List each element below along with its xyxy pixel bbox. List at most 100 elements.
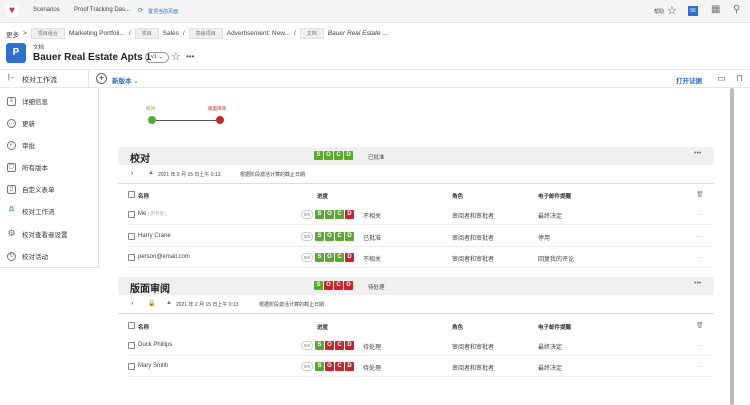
trash-icon[interactable]: 🗑 (696, 322, 704, 329)
comment-icon[interactable]: ▭ (717, 73, 726, 84)
badge-d: D (344, 281, 353, 290)
tab-scenarios[interactable]: Scenarios (33, 7, 60, 13)
email-alert[interactable]: 最终决定 (538, 363, 562, 372)
open-proof-button[interactable]: 打开证据 (676, 75, 702, 85)
stage-title: 版面审阅 (130, 284, 170, 295)
star-icon[interactable]: ☆ (667, 4, 677, 17)
sidebar-item-label: 更新 (22, 121, 35, 128)
details-icon: ≡ (7, 96, 16, 106)
version-select[interactable]: v1 ⌄ (145, 52, 169, 63)
sidebar-item-all-versions[interactable]: ▢ 所有版本 (7, 162, 48, 172)
email-alert[interactable]: 停用 (538, 233, 550, 242)
row-menu-icon[interactable]: … (696, 233, 702, 239)
new-version-button[interactable]: 新版本 ⌄ (112, 75, 139, 85)
badge-o: O (325, 341, 334, 350)
table-row: Mary Smith 0/0 SOCD 待处理 审阅者和审批者 最终决定 … (128, 356, 712, 377)
select-all-checkbox[interactable] (128, 191, 135, 198)
row-checkbox[interactable] (128, 342, 135, 349)
stage-title: 校对 (130, 154, 150, 165)
divider (88, 70, 89, 88)
socd-badges: SOCD (315, 253, 355, 262)
stage-more-icon[interactable]: ••• (694, 280, 701, 287)
sidebar-item-proof-workflow[interactable]: 品校对工作流 (7, 206, 54, 217)
stage-socd-badges: SOCD (314, 151, 354, 160)
tab-proof-tracking[interactable]: Proof Tracking Das... (74, 7, 130, 13)
badge-o: O (325, 362, 334, 371)
apps-grid-icon[interactable]: ▦ (711, 4, 720, 15)
decision-status: 不相关 (363, 257, 382, 263)
sidebar-item-updates[interactable]: … 更新 (7, 118, 35, 128)
timeline-stage2-label: 版面审阅 (208, 106, 226, 111)
sidebar-item-proof-activity[interactable]: ↻ 校对活动 (7, 251, 48, 261)
pin-page-link[interactable]: 置顶当前页面 (148, 8, 178, 15)
sidebar-item-label: 校对查看者设置 (22, 232, 68, 239)
chat-icon: … (7, 118, 16, 128)
search-icon[interactable]: ⚲ (733, 4, 740, 15)
row-checkbox[interactable] (128, 211, 135, 218)
version-label: v1 (151, 54, 157, 60)
table-row: Harry Crane 0/0 SOCD 已批准 审阅者和审批者 停用 … (128, 226, 712, 247)
sidebar-item-details[interactable]: ≡ 详细信息 (7, 96, 48, 106)
row-menu-icon[interactable]: … (696, 342, 702, 348)
table-row: Me [ 所有者 ] 0/0 SOCD 不相关 审阅者和审批者 最终决定 … (128, 204, 712, 225)
table-header: 名称 进度 角色 电子邮件提醒 🗑 (128, 321, 712, 335)
stage-info-bar: › 🔓 ▲ 2021 年 2 月 15 日上午 0:13 根据阶段激活计算的截止… (118, 296, 714, 314)
unlock-icon[interactable]: 🔓 (148, 300, 155, 307)
sidebar-item-label: 审批 (22, 143, 35, 150)
role[interactable]: 审阅者和审批者 (452, 363, 494, 372)
name-text: Me (138, 211, 147, 217)
row-checkbox[interactable] (128, 233, 135, 240)
row-menu-icon[interactable]: … (696, 211, 702, 217)
table-row: person@email.com 0/0 SOCD 不相关 审阅者和审批者 回复… (128, 247, 712, 268)
badge-d: D (345, 232, 354, 241)
sidebar-item-custom-forms[interactable]: ▯ 自定义表单 (7, 184, 55, 194)
email-alert[interactable]: 最终决定 (538, 342, 562, 351)
badge-c: C (334, 281, 343, 290)
help-link[interactable]: 帮助 (654, 8, 664, 15)
role[interactable]: 审阅者和审批者 (452, 233, 494, 242)
role[interactable]: 审阅者和审批者 (452, 254, 494, 263)
table-row: Duck Phillips 0/0 SOCD 待处理 审阅者和审批者 最终决定 … (128, 335, 712, 356)
row-checkbox[interactable] (128, 254, 135, 261)
email-alert[interactable]: 最终决定 (538, 211, 562, 220)
back-to-workflow[interactable]: 校对工作流 (22, 75, 57, 85)
row-menu-icon[interactable]: … (696, 363, 702, 369)
breadcrumb-tag: 项目 (134, 28, 159, 39)
expand-chevron-icon[interactable]: › (131, 300, 133, 307)
scrollbar[interactable] (730, 88, 734, 405)
comment-count: 0/0 (301, 341, 313, 350)
reviewer-name: Harry Crane (138, 233, 171, 239)
row-menu-icon[interactable]: … (696, 254, 702, 260)
stage-deadline: 根据阶段激活计算的截止日期 (259, 302, 325, 308)
pin-icon[interactable]: ⟳ (138, 7, 143, 14)
row-checkbox[interactable] (128, 363, 135, 370)
email-alert[interactable]: 回复我的评论 (538, 254, 574, 263)
app-logo-icon[interactable]: ♥ (6, 5, 18, 17)
expand-chevron-icon[interactable]: › (131, 170, 133, 177)
breadcrumb-more[interactable]: 更多 (6, 29, 19, 39)
sidebar-item-label: 校对活动 (22, 254, 48, 261)
workflow-timeline: 校对 版面审阅 (140, 106, 240, 126)
reviewer-name: Duck Phillips (138, 342, 173, 348)
timeline-stage1-dot[interactable] (148, 116, 156, 124)
stage-more-icon[interactable]: ••• (694, 150, 701, 157)
comment-count: 0/0 (301, 253, 313, 262)
favorite-star-icon[interactable]: ☆ (171, 50, 181, 63)
breadcrumb-portfolio[interactable]: Marketing Portfoli... (69, 30, 125, 37)
role[interactable]: 审阅者和审批者 (452, 211, 494, 220)
breadcrumb-program[interactable]: Advertisement: New... (227, 30, 290, 37)
select-all-checkbox[interactable] (128, 322, 135, 329)
add-icon[interactable]: + (96, 73, 107, 84)
sidebar-item-viewer-settings[interactable]: ⚙ 校对查看者设置 (7, 228, 68, 239)
back-arrow-icon[interactable]: |← (8, 74, 17, 81)
breadcrumb-project[interactable]: Sales (163, 30, 179, 37)
trash-icon[interactable]: 🗑 (696, 191, 704, 198)
lock-icon[interactable]: ⊓ (736, 73, 743, 84)
role[interactable]: 审阅者和审批者 (452, 342, 494, 351)
more-options-icon[interactable]: ••• (186, 52, 194, 61)
sidebar-item-approvals[interactable]: ✓ 审批 (7, 140, 35, 150)
socd-badges: SOCD (315, 210, 355, 219)
socd-badges: SOCD (315, 341, 355, 350)
notifications-badge[interactable]: 56 (688, 6, 698, 16)
timeline-stage2-dot[interactable] (216, 116, 224, 124)
